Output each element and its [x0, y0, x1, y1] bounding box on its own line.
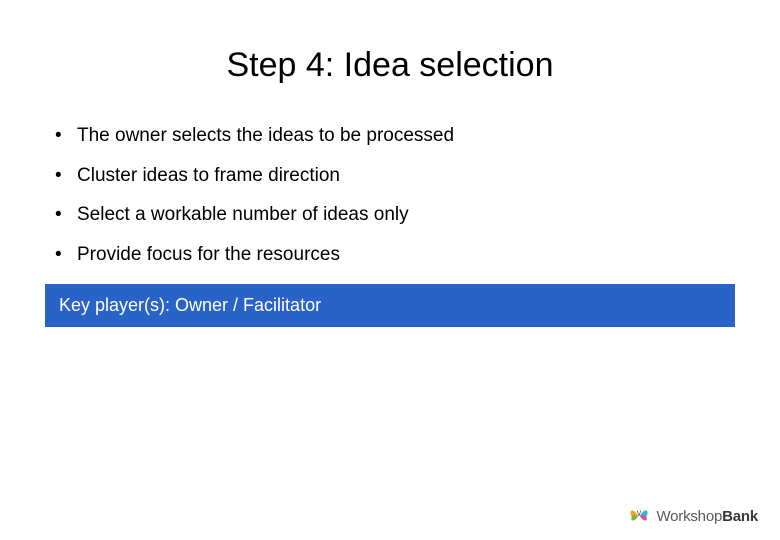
list-item: The owner selects the ideas to be proces…: [55, 123, 735, 149]
key-players-box: Key player(s): Owner / Facilitator: [45, 284, 735, 327]
key-players-text: Key player(s): Owner / Facilitator: [59, 295, 321, 315]
bullet-text: Select a workable number of ideas only: [77, 202, 409, 228]
brand-part1: Workshop: [656, 508, 722, 525]
bullet-text: Provide focus for the resources: [77, 242, 340, 268]
bullet-list: The owner selects the ideas to be proces…: [45, 123, 735, 268]
list-item: Select a workable number of ideas only: [55, 202, 735, 228]
brand-text: WorkshopBank: [656, 508, 758, 525]
list-item: Provide focus for the resources: [55, 242, 735, 268]
brand-part2: Bank: [722, 508, 758, 525]
slide-title: Step 4: Idea selection: [45, 46, 735, 85]
footer-brand: WorkshopBank: [628, 506, 758, 526]
slide: Step 4: Idea selection The owner selects…: [0, 0, 780, 540]
list-item: Cluster ideas to frame direction: [55, 163, 735, 189]
butterfly-icon: [628, 506, 650, 526]
bullet-text: Cluster ideas to frame direction: [77, 163, 340, 189]
bullet-text: The owner selects the ideas to be proces…: [77, 123, 454, 149]
